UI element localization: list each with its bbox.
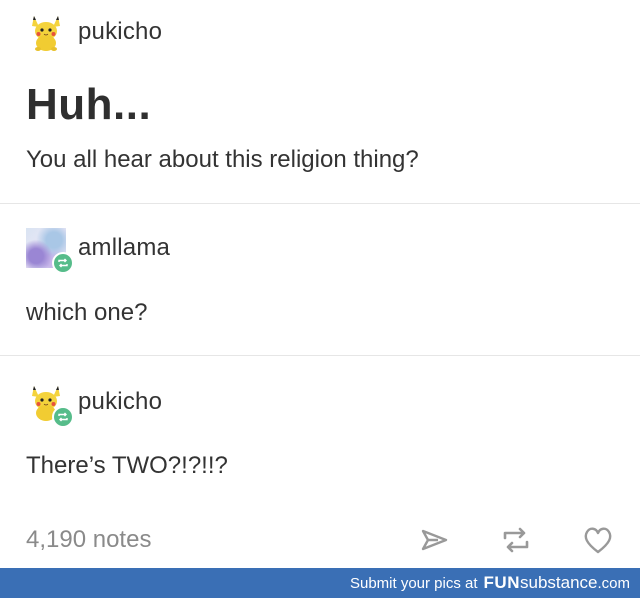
reblog-text: There’s TWO?!?!!?	[26, 452, 228, 479]
post-header: pukicho	[26, 12, 162, 52]
pikachu-avatar-icon[interactable]	[26, 382, 74, 428]
reblog-text: which one?	[26, 299, 148, 326]
reblog-username[interactable]: amllama	[78, 234, 170, 262]
reblog-username[interactable]: pukicho	[78, 388, 162, 416]
post-body: You all hear about this religion thing?	[26, 146, 419, 173]
pikachu-avatar-icon[interactable]	[26, 12, 66, 52]
watercolor-avatar-icon[interactable]	[26, 228, 74, 274]
divider	[0, 355, 640, 356]
reblog-icon	[52, 406, 74, 428]
watermark-prefix: Submit your pics at	[349, 574, 478, 592]
like-icon[interactable]	[580, 522, 616, 558]
watermark-banner[interactable]: Submit your pics at FUN substance .com	[0, 568, 640, 598]
tumblr-post: pukicho Huh... You all hear about this r…	[0, 0, 640, 568]
watermark-brand-rest: substance	[519, 573, 598, 592]
reblog-header: pukicho	[26, 382, 162, 428]
divider	[0, 203, 640, 204]
post-author-username[interactable]: pukicho	[78, 18, 162, 46]
reblog-header: amllama	[26, 228, 170, 274]
share-icon[interactable]	[416, 522, 452, 558]
post-footer: 4,190 notes	[0, 518, 640, 562]
reblog-icon	[52, 252, 74, 274]
notes-count[interactable]: 4,190 notes	[26, 526, 151, 554]
post-title: Huh...	[26, 80, 152, 129]
reblog-icon[interactable]	[498, 522, 534, 558]
watermark-brand-bold: FUN	[483, 573, 520, 592]
watermark-tld: .com	[597, 574, 630, 592]
